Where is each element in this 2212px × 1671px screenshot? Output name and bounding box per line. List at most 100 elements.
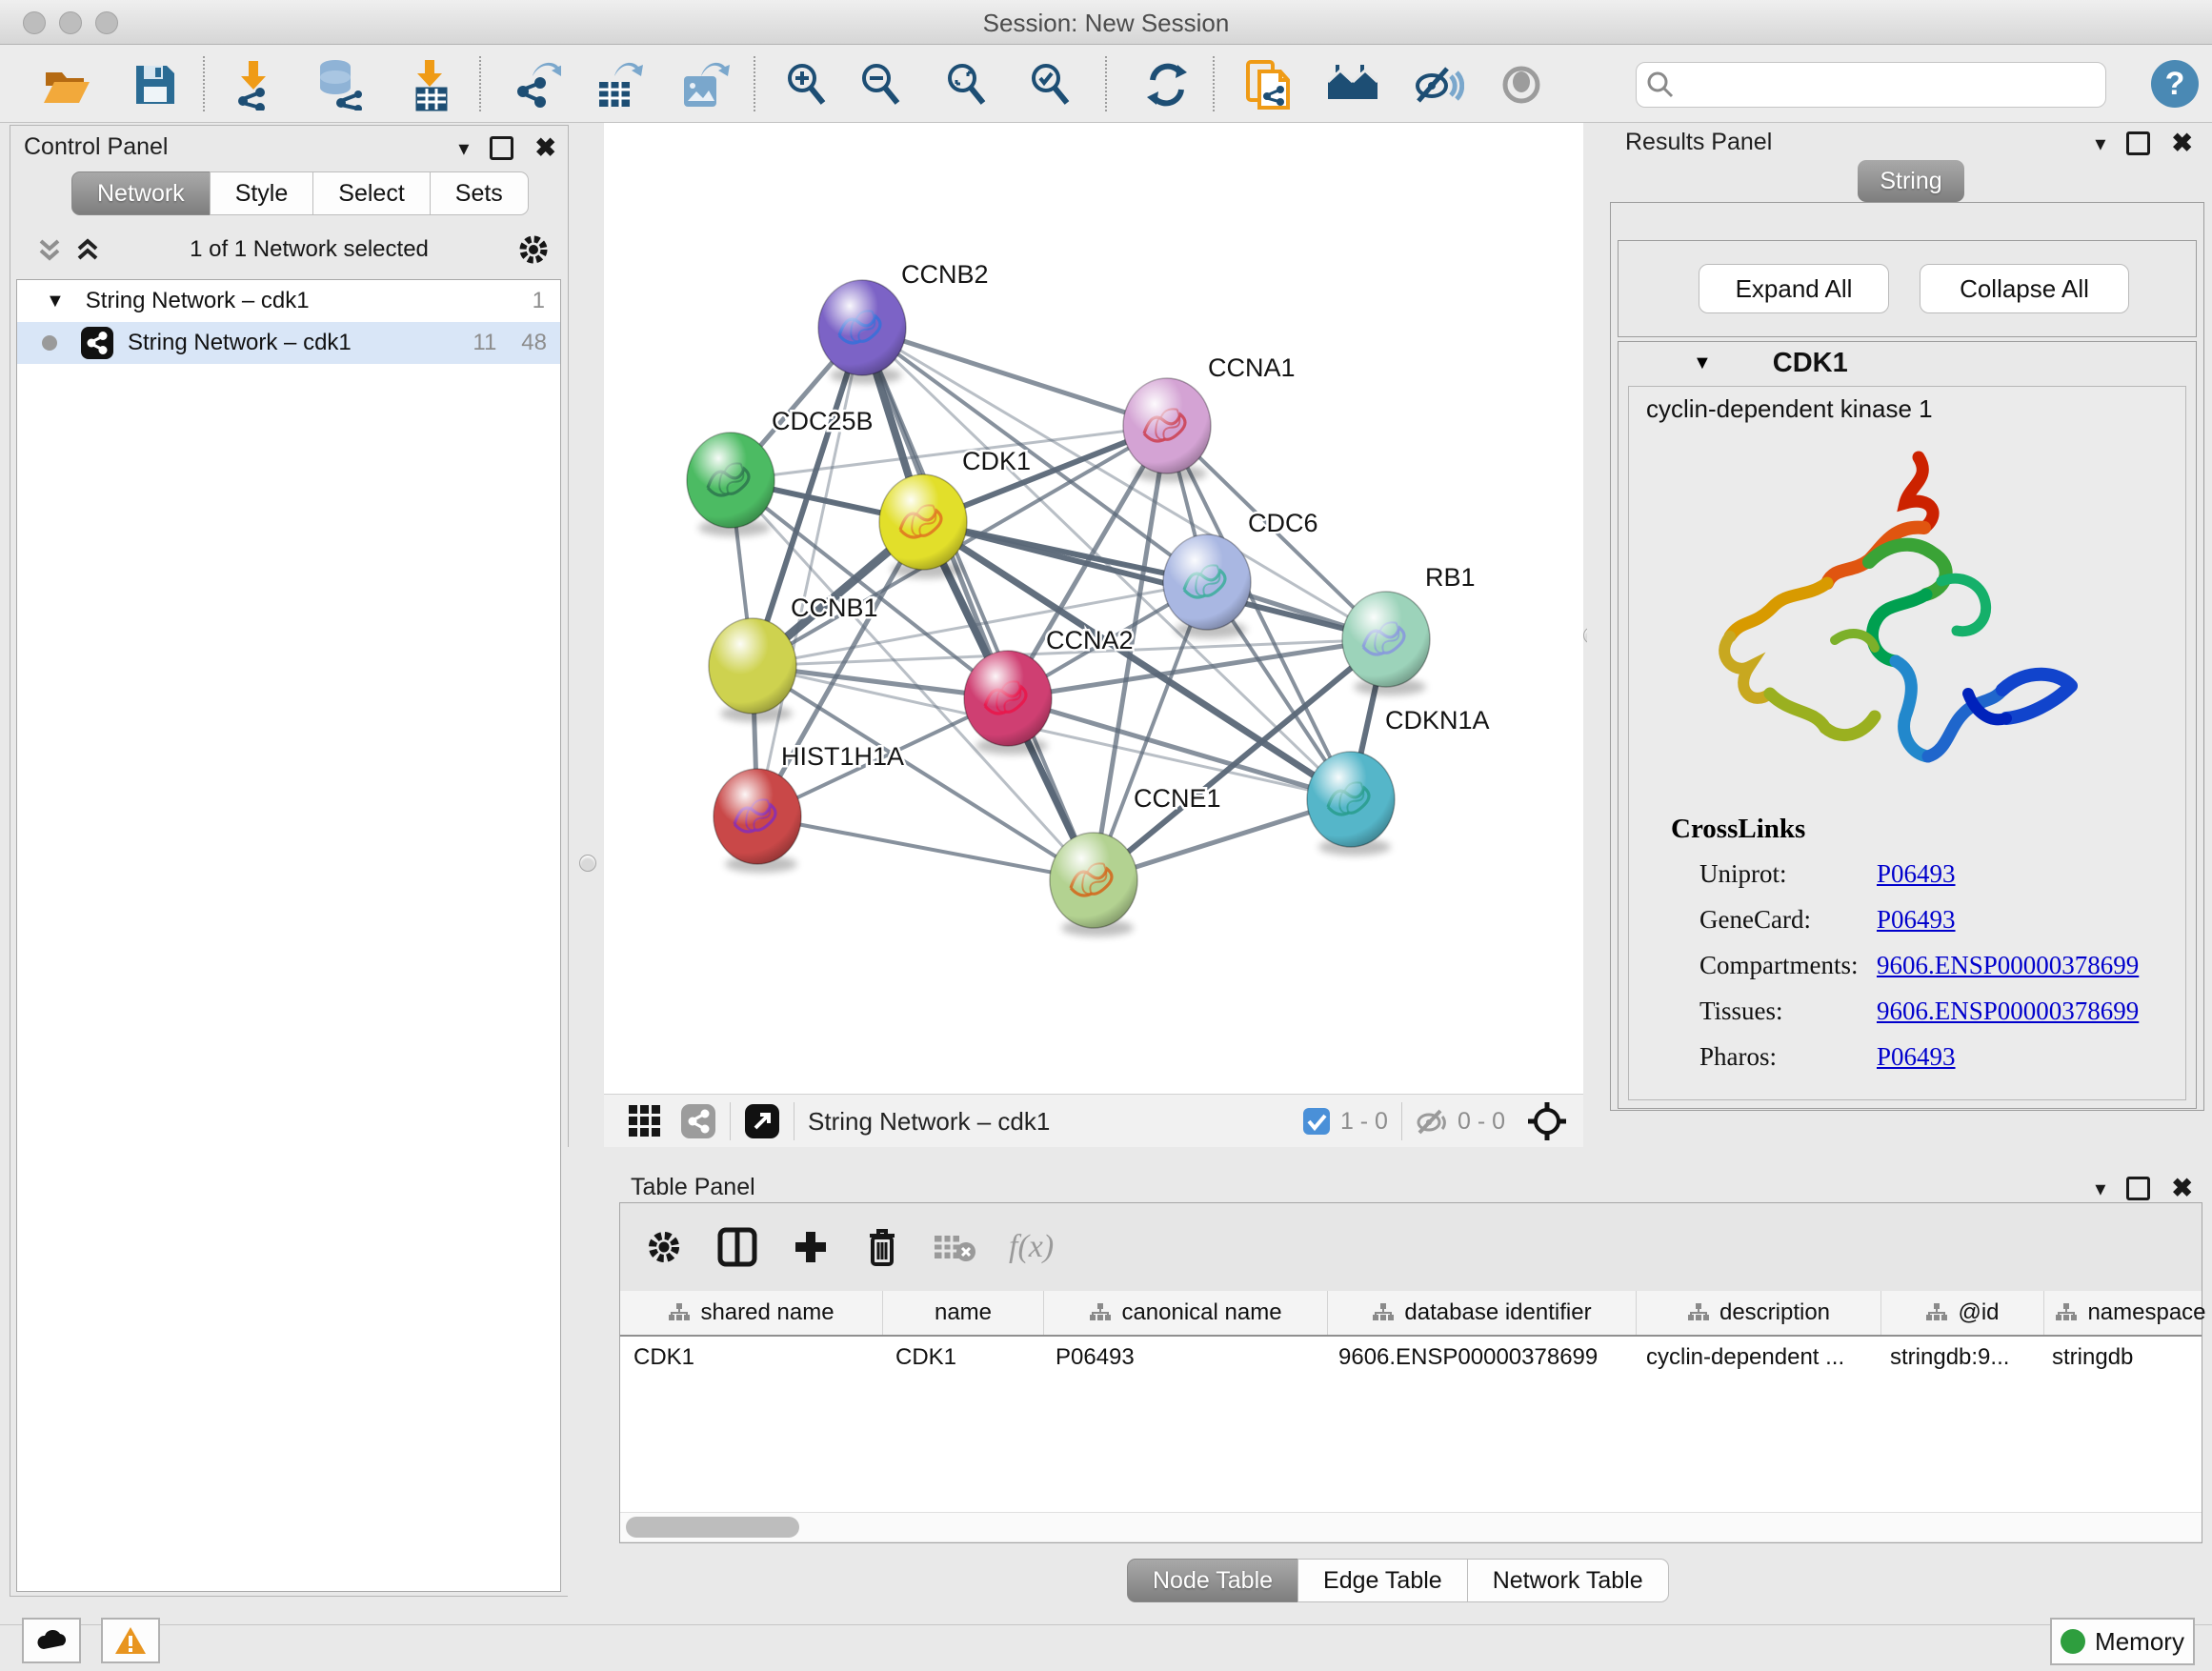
zoom-in-icon[interactable] [780,58,834,111]
table-cell[interactable]: cyclin-dependent ... [1633,1337,1877,1379]
network-node[interactable] [964,651,1052,755]
tab-style[interactable]: Style [210,171,314,215]
search-input[interactable] [1675,67,2105,103]
expand-all-button[interactable]: Expand All [1699,264,1889,313]
string-home-icon[interactable] [1326,58,1379,111]
create-column-plus-icon[interactable] [792,1228,830,1266]
table-header-row: shared namenamecanonical namedatabase id… [620,1291,2202,1337]
export-network-icon[interactable] [509,58,562,111]
network-node[interactable] [714,769,801,873]
maximize-panel-icon[interactable] [2126,131,2150,155]
left-splitter-grip[interactable] [579,855,596,872]
import-table-icon[interactable] [403,58,456,111]
crosslink-link[interactable]: P06493 [1877,905,1956,935]
network-node[interactable] [1342,592,1430,695]
close-panel-icon[interactable]: ✖ [2171,1174,2193,1203]
birds-eye-grid-icon[interactable] [627,1103,663,1139]
table-cell[interactable]: P06493 [1042,1337,1325,1379]
tab-select[interactable]: Select [312,171,430,215]
crosslink-link[interactable]: P06493 [1877,859,1956,889]
crosslink-link[interactable]: P06493 [1877,1042,1956,1072]
node-label: CCNB1 [791,594,878,622]
open-in-new-window-icon[interactable] [744,1103,780,1139]
delete-table-icon[interactable] [933,1231,976,1263]
maximize-panel-icon[interactable] [2126,1177,2150,1200]
column-header[interactable]: namespace [2044,1291,2212,1335]
close-panel-icon[interactable]: ✖ [2171,129,2193,158]
import-network-from-database-icon[interactable] [312,58,365,111]
network-node[interactable] [1163,534,1251,638]
zoom-selected-icon[interactable] [1024,58,1077,111]
function-builder-icon[interactable]: f(x) [1009,1229,1054,1265]
table-cell[interactable]: stringdb:9... [1877,1337,2039,1379]
hidden-eye-icon[interactable] [1416,1107,1450,1136]
network-options-gear-icon[interactable] [516,232,551,267]
column-header[interactable]: @id [1881,1291,2044,1335]
network-node[interactable] [709,618,796,722]
network-collection-row[interactable]: ▼ String Network – cdk1 1 [17,280,560,322]
fit-selected-crosshair-icon[interactable] [1526,1100,1568,1142]
network-node[interactable] [1123,378,1211,482]
collapse-all-chevron-icon[interactable] [35,235,64,264]
delete-column-trash-icon[interactable] [864,1226,900,1268]
collapse-all-button[interactable]: Collapse All [1920,264,2129,313]
network-node[interactable] [818,280,906,384]
table-cell[interactable]: 9606.ENSP00000378699 [1325,1337,1633,1379]
column-header[interactable]: description [1637,1291,1881,1335]
open-session-icon[interactable] [40,58,93,111]
tab-network[interactable]: Network [71,171,211,215]
memory-button[interactable]: Memory [2050,1618,2195,1665]
column-header[interactable]: shared name [620,1291,883,1335]
column-header[interactable]: database identifier [1328,1291,1637,1335]
help-button[interactable]: ? [2151,60,2199,108]
network-row[interactable]: String Network – cdk1 11 48 [17,322,560,364]
table-cell[interactable]: CDK1 [620,1337,882,1379]
network-edge[interactable] [862,328,1094,880]
node-entry-header[interactable]: ▼ CDK1 [1619,342,2196,384]
section-expander-icon[interactable]: ▼ [1693,352,1712,374]
expand-all-chevron-icon[interactable] [73,235,102,264]
save-session-icon[interactable] [129,58,182,111]
zoom-fit-icon[interactable] [940,58,994,111]
tab-network-table[interactable]: Network Table [1467,1559,1669,1602]
float-panel-icon[interactable]: ▾ [458,136,469,161]
selected-checkbox-icon[interactable] [1302,1107,1331,1136]
export-table-icon[interactable] [591,58,644,111]
close-panel-icon[interactable]: ✖ [534,133,556,163]
float-panel-icon[interactable]: ▾ [2095,1177,2105,1201]
network-edge[interactable] [862,328,1167,426]
import-network-icon[interactable] [226,58,279,111]
zoom-out-icon[interactable] [855,58,908,111]
network-node[interactable] [1307,752,1395,856]
crosslink-link[interactable]: 9606.ENSP00000378699 [1877,997,2139,1026]
column-type-icon [1089,1302,1112,1323]
apply-layout-refresh-icon[interactable] [1140,58,1194,111]
tab-string[interactable]: String [1858,160,1964,202]
column-header[interactable]: name [883,1291,1044,1335]
scrollbar-thumb[interactable] [626,1517,799,1538]
table-cell[interactable]: CDK1 [882,1337,1042,1379]
network-canvas[interactable]: CCNB2CCNA1CDC25BCDK1CDC6RB1CCNB1CCNA2CDK… [604,123,1583,1094]
export-image-icon[interactable] [677,58,731,111]
clone-network-icon[interactable] [1242,58,1296,111]
table-options-gear-icon[interactable] [645,1228,683,1266]
table-horizontal-scrollbar[interactable] [620,1512,2202,1541]
automation-cloud-button[interactable] [22,1618,81,1663]
maximize-panel-icon[interactable] [490,136,513,160]
float-panel-icon[interactable]: ▾ [2095,131,2105,156]
tab-edge-table[interactable]: Edge Table [1297,1559,1468,1602]
enable-glass-effect-icon[interactable] [1412,58,1465,111]
show-graphics-details-icon[interactable] [1495,58,1548,111]
warnings-button[interactable] [101,1618,160,1663]
tree-expander-icon[interactable]: ▼ [46,291,65,312]
crosslink-link[interactable]: 9606.ENSP00000378699 [1877,951,2139,980]
show-column-icon[interactable] [717,1227,757,1267]
network-node[interactable] [1050,833,1137,936]
network-node[interactable] [687,433,774,536]
tab-sets[interactable]: Sets [430,171,529,215]
tab-node-table[interactable]: Node Table [1127,1559,1298,1602]
string-view-icon[interactable] [680,1103,716,1139]
table-cell[interactable]: stringdb [2039,1337,2211,1379]
table-row[interactable]: CDK1CDK1P064939606.ENSP00000378699cyclin… [620,1337,2202,1379]
column-header[interactable]: canonical name [1044,1291,1328,1335]
